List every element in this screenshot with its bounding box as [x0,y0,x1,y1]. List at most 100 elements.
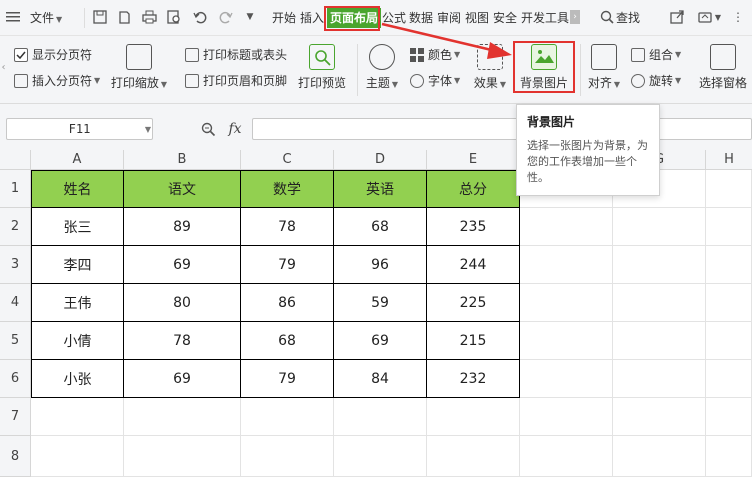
table-header-cell[interactable]: 姓名 [31,170,124,208]
undo-icon[interactable] [192,9,208,25]
tab-developer[interactable]: 开发工具 [521,8,569,28]
empty-cell[interactable] [613,208,706,246]
column-header-h[interactable]: H [706,150,752,170]
empty-cell[interactable] [613,246,706,284]
table-cell[interactable]: 张三 [31,208,124,246]
ribbon-scroll-left-icon[interactable]: ‹ [0,58,7,76]
tab-insert[interactable]: 插入 [300,8,324,28]
table-cell[interactable]: 79 [241,246,334,284]
insert-page-break-button[interactable]: 插入分页符 ▼ [14,72,100,89]
table-cell[interactable]: 215 [427,322,520,360]
search-icon[interactable] [599,9,615,25]
print-titles-button[interactable]: 打印标题或表头 [185,46,287,63]
tab-home[interactable]: 开始 [272,8,296,28]
save-icon[interactable] [92,9,108,25]
print-preview-button[interactable]: 打印预览 [296,44,348,91]
empty-cell[interactable] [706,170,752,208]
empty-cell[interactable] [706,436,752,477]
table-cell[interactable]: 79 [241,360,334,398]
empty-cell[interactable] [520,208,613,246]
table-header-cell[interactable]: 数学 [241,170,334,208]
zoom-icon[interactable] [200,121,216,137]
empty-cell[interactable] [31,398,124,436]
empty-cell[interactable] [427,436,520,477]
empty-cell[interactable] [31,436,124,477]
file-menu[interactable]: 文件 ▼ [30,8,62,28]
hamburger-menu-icon[interactable] [6,10,20,24]
search-button[interactable]: 查找 [616,8,640,28]
row-header-7[interactable]: 7 [0,398,31,436]
selection-pane-button[interactable]: 选择窗格 [694,44,752,91]
name-box[interactable]: F11 [6,118,153,140]
table-cell[interactable]: 232 [427,360,520,398]
empty-cell[interactable] [427,398,520,436]
table-cell[interactable]: 69 [124,360,241,398]
sync-dropdown-icon[interactable]: ▼ [714,12,722,22]
print-header-footer-button[interactable]: 打印页眉和页脚 [185,72,287,89]
row-header-2[interactable]: 2 [0,208,31,246]
empty-cell[interactable] [613,322,706,360]
empty-cell[interactable] [520,398,613,436]
empty-cell[interactable] [706,208,752,246]
column-header-c[interactable]: C [241,150,334,170]
row-header-1[interactable]: 1 [0,170,31,208]
empty-cell[interactable] [520,322,613,360]
empty-cell[interactable] [124,398,241,436]
table-cell[interactable]: 69 [334,322,427,360]
column-header-e[interactable]: E [427,150,520,170]
tabs-scroll-right-icon[interactable]: › [570,10,580,24]
row-header-8[interactable]: 8 [0,436,31,477]
table-cell[interactable]: 69 [124,246,241,284]
print-preview-icon[interactable] [166,9,182,25]
group-button[interactable]: 组合 ▼ [631,46,681,63]
empty-cell[interactable] [613,360,706,398]
insert-function-button[interactable]: fx [224,120,246,138]
align-button[interactable]: 对齐 ▼ [584,44,624,91]
name-box-dropdown-icon[interactable]: ▼ [143,122,153,136]
empty-cell[interactable] [124,436,241,477]
empty-cell[interactable] [520,284,613,322]
empty-cell[interactable] [706,360,752,398]
row-header-6[interactable]: 6 [0,360,31,398]
share-icon[interactable] [669,9,685,25]
table-cell[interactable]: 李四 [31,246,124,284]
empty-cell[interactable] [706,322,752,360]
column-header-d[interactable]: D [334,150,427,170]
export-pdf-icon[interactable] [116,9,132,25]
table-cell[interactable]: 244 [427,246,520,284]
empty-cell[interactable] [520,360,613,398]
table-cell[interactable]: 89 [124,208,241,246]
empty-cell[interactable] [520,246,613,284]
empty-cell[interactable] [706,246,752,284]
table-cell[interactable]: 小张 [31,360,124,398]
empty-cell[interactable] [613,284,706,322]
table-header-cell[interactable]: 总分 [427,170,520,208]
table-cell[interactable]: 96 [334,246,427,284]
redo-icon[interactable] [218,9,234,25]
empty-cell[interactable] [334,436,427,477]
table-cell[interactable]: 225 [427,284,520,322]
empty-cell[interactable] [520,436,613,477]
table-header-cell[interactable]: 英语 [334,170,427,208]
show-page-breaks-checkbox[interactable]: 显示分页符 [14,46,92,63]
empty-cell[interactable] [241,436,334,477]
table-cell[interactable]: 小倩 [31,322,124,360]
rotate-button[interactable]: 旋转 ▼ [631,72,681,89]
empty-cell[interactable] [613,398,706,436]
empty-cell[interactable] [334,398,427,436]
print-icon[interactable] [141,9,157,25]
table-cell[interactable]: 235 [427,208,520,246]
empty-cell[interactable] [241,398,334,436]
table-cell[interactable]: 68 [241,322,334,360]
table-cell[interactable]: 84 [334,360,427,398]
formula-input[interactable] [252,118,752,140]
fonts-button[interactable]: 字体 ▼ [410,72,460,89]
row-header-5[interactable]: 5 [0,322,31,360]
column-header-b[interactable]: B [124,150,241,170]
row-header-3[interactable]: 3 [0,246,31,284]
more-icon[interactable]: ⋮ [728,10,748,24]
table-cell[interactable]: 86 [241,284,334,322]
empty-cell[interactable] [706,284,752,322]
empty-cell[interactable] [706,398,752,436]
table-cell[interactable]: 80 [124,284,241,322]
